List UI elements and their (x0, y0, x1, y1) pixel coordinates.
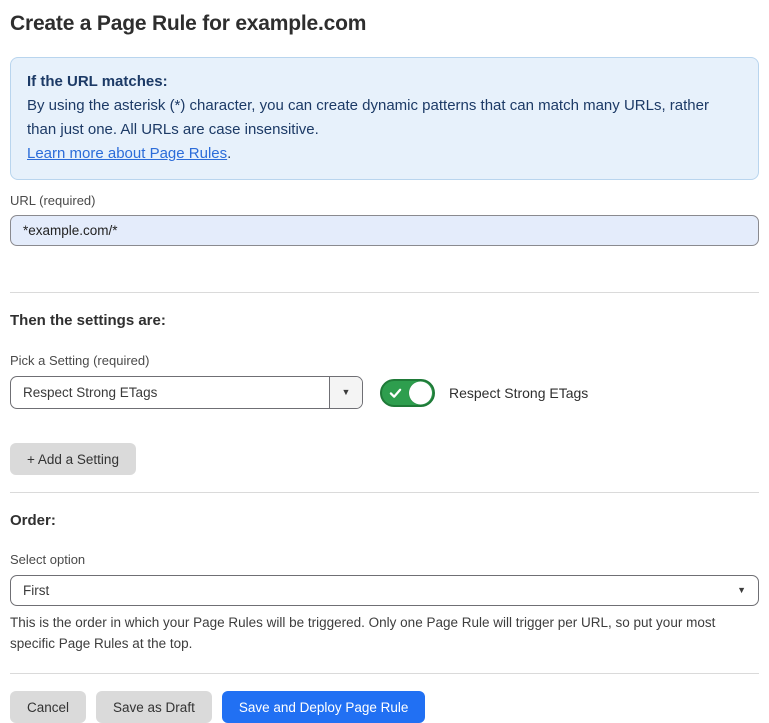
link-suffix: . (227, 145, 231, 162)
order-help-text: This is the order in which your Page Rul… (10, 612, 759, 654)
learn-more-link[interactable]: Learn more about Page Rules (27, 145, 227, 162)
page-title: Create a Page Rule for example.com (10, 12, 759, 36)
setting-picker-label: Pick a Setting (required) (10, 353, 759, 368)
toggle-knob (409, 381, 432, 404)
order-select[interactable]: First ▼ (10, 575, 759, 606)
setting-toggle[interactable] (380, 379, 435, 407)
chevron-down-icon: ▼ (737, 586, 746, 595)
info-box-heading: If the URL matches: (27, 70, 742, 94)
url-match-info-box: If the URL matches: By using the asteris… (10, 57, 759, 180)
check-icon (389, 386, 402, 399)
footer-actions: Cancel Save as Draft Save and Deploy Pag… (10, 691, 759, 723)
add-setting-button[interactable]: + Add a Setting (10, 443, 136, 475)
setting-row: Respect Strong ETags ▼ Respect Strong ET… (10, 376, 759, 409)
order-select-value: First (23, 583, 49, 598)
setting-select-arrow-button[interactable]: ▼ (329, 377, 362, 408)
create-page-rule-form: Create a Page Rule for example.com If th… (0, 0, 769, 718)
section-divider (10, 492, 759, 493)
url-field-label: URL (required) (10, 193, 759, 208)
order-select-label: Select option (10, 552, 759, 567)
save-draft-button[interactable]: Save as Draft (96, 691, 212, 723)
save-deploy-button[interactable]: Save and Deploy Page Rule (222, 691, 426, 723)
order-section-heading: Order: (10, 512, 759, 529)
footer-divider (10, 673, 759, 674)
info-box-link-line: Learn more about Page Rules. (27, 142, 742, 166)
settings-section-heading: Then the settings are: (10, 312, 759, 329)
setting-toggle-label: Respect Strong ETags (449, 385, 588, 401)
info-box-body: By using the asterisk (*) character, you… (27, 94, 742, 142)
setting-select-value: Respect Strong ETags (11, 377, 329, 408)
url-input[interactable] (10, 215, 759, 246)
section-divider (10, 292, 759, 293)
chevron-down-icon: ▼ (342, 388, 351, 397)
setting-select[interactable]: Respect Strong ETags ▼ (10, 376, 363, 409)
cancel-button[interactable]: Cancel (10, 691, 86, 723)
